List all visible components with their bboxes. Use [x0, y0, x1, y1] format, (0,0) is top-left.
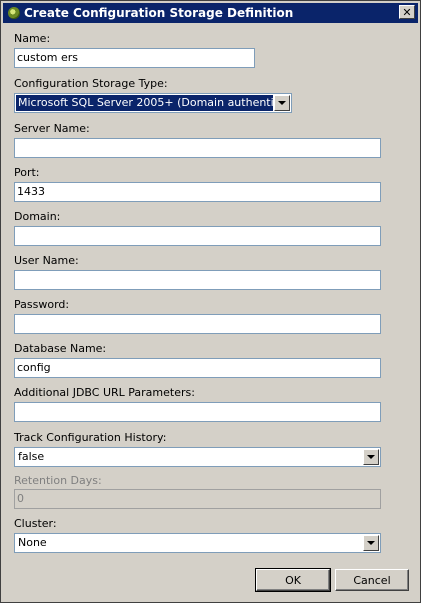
cluster-value: None	[18, 536, 47, 549]
jdbc-params-label: Additional JDBC URL Parameters:	[14, 386, 195, 399]
jdbc-params-input[interactable]	[14, 402, 381, 422]
dialog-title: Create Configuration Storage Definition	[24, 6, 294, 20]
domain-input[interactable]	[14, 226, 381, 246]
track-history-value: false	[18, 450, 45, 463]
database-name-label: Database Name:	[14, 342, 107, 355]
port-label: Port:	[14, 166, 40, 179]
server-name-input[interactable]	[14, 138, 381, 158]
storage-type-label: Configuration Storage Type:	[14, 77, 168, 90]
close-button[interactable]: ✕	[399, 5, 415, 19]
cluster-dropdown-button[interactable]	[363, 535, 379, 551]
name-label: Name:	[14, 32, 51, 45]
app-icon	[8, 7, 20, 19]
domain-label: Domain:	[14, 210, 61, 223]
cluster-select[interactable]: None	[14, 533, 381, 553]
password-input[interactable]	[14, 314, 381, 334]
password-label: Password:	[14, 298, 70, 311]
title-bar[interactable]: Create Configuration Storage Definition …	[3, 3, 418, 23]
user-name-label: User Name:	[14, 254, 79, 267]
database-name-input[interactable]: config	[14, 358, 381, 378]
retention-days-input: 0	[14, 489, 381, 509]
cluster-label: Cluster:	[14, 517, 57, 530]
server-name-label: Server Name:	[14, 122, 90, 135]
chevron-down-icon	[278, 101, 286, 105]
storage-type-dropdown-button[interactable]	[274, 95, 290, 111]
storage-type-select[interactable]: Microsoft SQL Server 2005+ (Domain authe…	[14, 93, 292, 113]
cancel-button[interactable]: Cancel	[335, 569, 409, 591]
storage-type-value: Microsoft SQL Server 2005+ (Domain authe…	[16, 95, 273, 111]
chevron-down-icon	[367, 455, 375, 459]
port-input[interactable]: 1433	[14, 182, 381, 202]
track-history-dropdown-button[interactable]	[363, 449, 379, 465]
user-name-input[interactable]	[14, 270, 381, 290]
track-history-select[interactable]: false	[14, 447, 381, 467]
create-storage-dialog: Create Configuration Storage Definition …	[0, 0, 421, 603]
close-icon: ✕	[402, 5, 412, 19]
chevron-down-icon	[367, 541, 375, 545]
ok-button[interactable]: OK	[255, 568, 331, 592]
name-input[interactable]: custom ers	[14, 48, 255, 68]
retention-days-label: Retention Days:	[14, 474, 102, 487]
track-history-label: Track Configuration History:	[14, 431, 167, 444]
